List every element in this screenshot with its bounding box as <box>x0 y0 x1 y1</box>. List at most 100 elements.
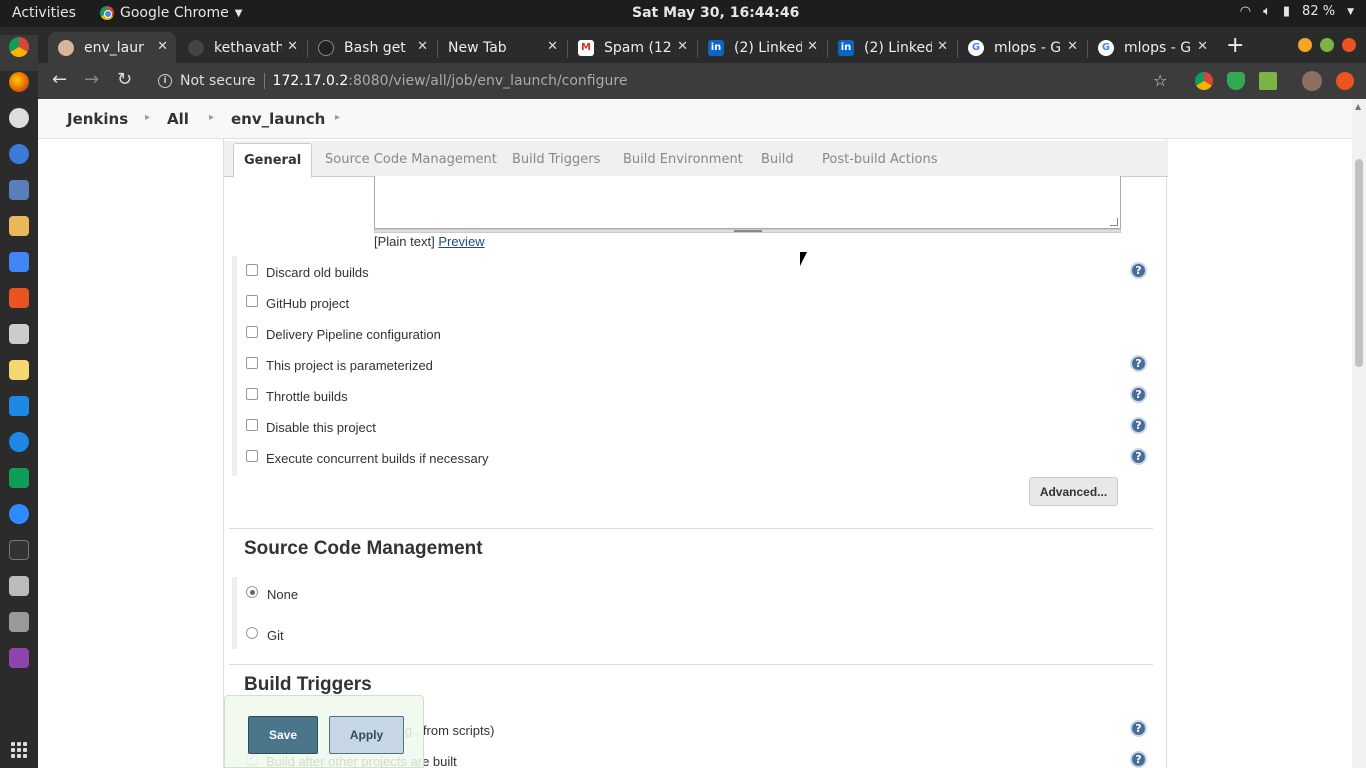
tab-google-mlops-1[interactable]: G mlops - G ✕ <box>958 32 1086 63</box>
show-applications-icon[interactable] <box>11 742 27 758</box>
close-icon[interactable]: ✕ <box>417 39 428 54</box>
close-window-button[interactable] <box>1342 38 1356 52</box>
address-bar[interactable]: i Not secure 172.17.0.2 :8080/view/all/j… <box>146 67 1184 95</box>
disk-icon[interactable] <box>9 108 29 128</box>
tab-build[interactable]: Build <box>761 152 794 167</box>
tab-google-mlops-2[interactable]: G mlops - G ✕ <box>1088 32 1216 63</box>
checkbox[interactable] <box>246 449 258 462</box>
option-throttle-builds[interactable]: Throttle builds <box>246 387 348 404</box>
system-tray[interactable]: ◠ 🔈︎ ▮ 82 % ▼ <box>1240 4 1354 19</box>
tools-icon[interactable] <box>9 576 29 596</box>
close-icon[interactable]: ✕ <box>287 39 298 54</box>
tab-github[interactable]: kethavath ✕ <box>178 32 306 63</box>
chevron-right-icon[interactable]: ▸ <box>145 112 150 123</box>
info-icon[interactable]: i <box>158 74 172 88</box>
radio-scm-git[interactable]: Git <box>246 626 284 643</box>
thunderbird-icon[interactable] <box>9 144 29 164</box>
page-scrollbar[interactable]: ▲ <box>1352 99 1366 768</box>
tab-env-launch[interactable]: env_launch ✕ <box>48 32 176 63</box>
checkbox[interactable] <box>246 418 258 431</box>
bookmark-star-icon[interactable]: ☆ <box>1153 71 1167 90</box>
clock[interactable]: Sat May 30, 16:44:46 <box>632 5 799 21</box>
extension-chrome-icon[interactable] <box>1195 72 1213 90</box>
chevron-right-icon[interactable]: ▸ <box>209 112 214 123</box>
terminal-icon[interactable] <box>9 540 29 560</box>
radio-button[interactable] <box>246 585 258 598</box>
option-delivery-pipeline[interactable]: Delivery Pipeline configuration <box>246 325 441 342</box>
option-discard-old-builds[interactable]: Discard old builds <box>246 263 369 280</box>
advanced-button[interactable]: Advanced... <box>1029 477 1118 506</box>
tab-gmail-spam[interactable]: M Spam (12 ✕ <box>568 32 696 63</box>
preview-link[interactable]: Preview <box>438 234 484 249</box>
maximize-button[interactable] <box>1320 38 1334 52</box>
tab-new-tab[interactable]: New Tab ✕ <box>438 32 566 63</box>
scroll-up-icon[interactable]: ▲ <box>1355 102 1361 111</box>
option-github-project[interactable]: GitHub project <box>246 294 349 311</box>
help-icon[interactable]: ? <box>1130 386 1147 403</box>
zoom-icon[interactable] <box>9 504 29 524</box>
breadcrumb-env-launch[interactable]: env_launch <box>231 110 325 128</box>
reload-button[interactable]: ↻ <box>117 69 132 90</box>
app-menu[interactable]: Google Chrome ▼ <box>100 5 242 21</box>
chevron-right-icon[interactable]: ▸ <box>335 112 340 123</box>
radio-button[interactable] <box>246 626 258 639</box>
vscode-icon[interactable] <box>9 396 29 416</box>
checkbox[interactable] <box>246 263 258 276</box>
close-icon[interactable]: ✕ <box>1067 39 1078 54</box>
help-icon[interactable]: ? <box>1130 262 1147 279</box>
extension-shield-icon[interactable] <box>1227 72 1245 90</box>
radio-scm-none[interactable]: None <box>246 585 298 602</box>
close-icon[interactable]: ✕ <box>807 39 818 54</box>
tab-bash[interactable]: Bash get ✕ <box>308 32 436 63</box>
save-button[interactable]: Save <box>248 716 318 754</box>
help-icon[interactable]: ? <box>1130 355 1147 372</box>
option-disable-project[interactable]: Disable this project <box>246 418 376 435</box>
tasks-icon[interactable] <box>9 432 29 452</box>
minimize-button[interactable] <box>1298 38 1312 52</box>
update-icon[interactable] <box>1336 72 1354 90</box>
software-icon[interactable] <box>9 288 29 308</box>
tab-post-build-actions[interactable]: Post-build Actions <box>822 152 937 167</box>
help-icon[interactable]: ? <box>1130 751 1147 768</box>
text-editor-icon[interactable] <box>9 360 29 380</box>
help-icon[interactable]: ? <box>1130 720 1147 737</box>
profile-avatar[interactable] <box>1302 71 1322 91</box>
tab-linkedin-1[interactable]: in (2) Linked ✕ <box>698 32 826 63</box>
close-icon[interactable]: ✕ <box>547 39 558 54</box>
checkbox[interactable] <box>246 387 258 400</box>
tab-build-triggers[interactable]: Build Triggers <box>512 152 600 167</box>
tab-general[interactable]: General <box>233 143 313 178</box>
help-icon[interactable]: ? <box>1130 448 1147 465</box>
back-button[interactable]: ← <box>52 69 67 90</box>
files-icon[interactable] <box>9 180 29 200</box>
activities-button[interactable]: Activities <box>12 5 76 21</box>
image-viewer-icon[interactable] <box>9 648 29 668</box>
breadcrumb-all[interactable]: All <box>167 110 189 128</box>
scanner-icon[interactable] <box>9 612 29 632</box>
close-icon[interactable]: ✕ <box>677 39 688 54</box>
checkbox[interactable] <box>246 294 258 307</box>
checkbox[interactable] <box>246 325 258 338</box>
breadcrumb-jenkins[interactable]: Jenkins <box>67 110 128 128</box>
docs-icon[interactable] <box>9 252 29 272</box>
rhythmbox-icon[interactable] <box>9 216 29 236</box>
tab-build-environment[interactable]: Build Environment <box>623 152 743 167</box>
tab-source-code-management[interactable]: Source Code Management <box>325 152 497 167</box>
resize-grip-icon[interactable] <box>1110 218 1118 226</box>
option-concurrent-builds[interactable]: Execute concurrent builds if necessary <box>246 449 489 466</box>
tab-linkedin-2[interactable]: in (2) Linked ✕ <box>828 32 956 63</box>
checkbox[interactable] <box>246 356 258 369</box>
help-icon[interactable]: ? <box>1130 417 1147 434</box>
textarea-resize-bar[interactable] <box>374 229 1121 233</box>
new-tab-button[interactable]: + <box>1226 33 1244 58</box>
apply-button[interactable]: Apply <box>329 716 404 754</box>
close-icon[interactable]: ✕ <box>937 39 948 54</box>
sheets-icon[interactable] <box>9 468 29 488</box>
extension-download-icon[interactable] <box>1259 72 1277 90</box>
description-textarea[interactable] <box>374 176 1121 229</box>
forward-button[interactable]: → <box>84 69 99 90</box>
apps-icon[interactable] <box>9 324 29 344</box>
scrollbar-thumb[interactable] <box>1355 159 1363 367</box>
close-icon[interactable]: ✕ <box>157 39 168 54</box>
firefox-icon[interactable] <box>9 72 29 92</box>
